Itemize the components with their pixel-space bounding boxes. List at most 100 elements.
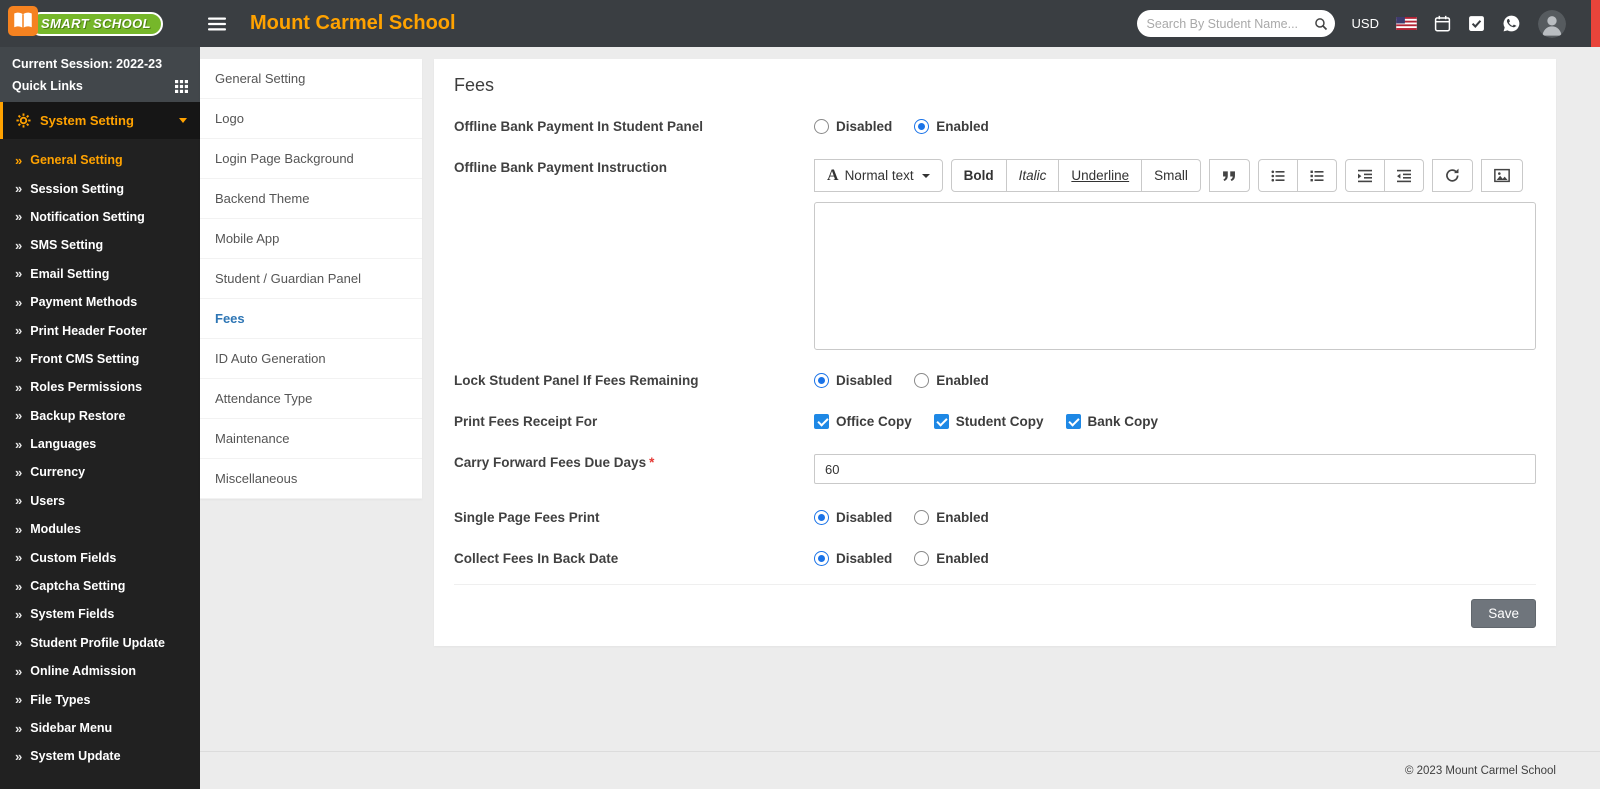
settings-menu-attendance-type[interactable]: Attendance Type (200, 379, 422, 419)
settings-menu-general-setting[interactable]: General Setting (200, 59, 422, 99)
sidebar-item-front-cms-setting[interactable]: » Front CMS Setting (0, 345, 200, 373)
chevron-right-icon: » (15, 606, 23, 622)
checkbox-option-student-copy[interactable]: Student Copy (933, 413, 1044, 429)
settings-menu-backend-theme[interactable]: Backend Theme (200, 179, 422, 219)
quick-settings-strip[interactable] (1591, 0, 1600, 47)
settings-menu-id-auto-generation[interactable]: ID Auto Generation (200, 339, 422, 379)
sidebar-section-system-setting[interactable]: System Setting (0, 102, 200, 139)
sidebar-item-system-fields[interactable]: » System Fields (0, 600, 200, 628)
sidebar-item-notification-setting[interactable]: » Notification Setting (0, 203, 200, 231)
hamburger-menu-icon[interactable] (200, 11, 234, 37)
outdent-button[interactable] (1384, 159, 1424, 192)
chevron-right-icon: » (15, 294, 23, 310)
save-button[interactable]: Save (1471, 599, 1536, 628)
us-flag-icon[interactable] (1396, 17, 1417, 30)
task-check-icon[interactable] (1468, 15, 1485, 32)
field-offline-instruction: Offline Bank Payment Instruction A Norma… (454, 159, 1536, 350)
ordered-list-button[interactable] (1297, 159, 1337, 192)
checkbox-icon[interactable] (933, 413, 949, 429)
radio-option-enabled[interactable]: Enabled (914, 509, 989, 525)
checkbox-option-bank-copy[interactable]: Bank Copy (1065, 413, 1158, 429)
radio-option-enabled[interactable]: Enabled (914, 550, 989, 566)
radio-icon[interactable] (914, 550, 930, 566)
style-dropdown[interactable]: A Normal text (814, 159, 943, 192)
editor-toolbar: A Normal text Bold Italic Underline Smal… (814, 159, 1536, 192)
quick-links[interactable]: Quick Links (12, 79, 188, 93)
sidebar-item-online-admission[interactable]: » Online Admission (0, 657, 200, 685)
field-label: Offline Bank Payment Instruction (454, 160, 668, 175)
currency-selector[interactable]: USD (1352, 16, 1379, 31)
page-title-school-name: Mount Carmel School (250, 12, 456, 34)
chevron-right-icon: » (15, 408, 23, 424)
checkbox-option-office-copy[interactable]: Office Copy (814, 413, 912, 429)
sidebar-item-currency[interactable]: » Currency (0, 458, 200, 486)
radio-option-disabled[interactable]: Disabled (814, 372, 892, 388)
search-icon[interactable] (1314, 17, 1328, 31)
calendar-icon[interactable] (1434, 15, 1451, 32)
radio-option-disabled[interactable]: Disabled (814, 509, 892, 525)
insert-picture-button[interactable] (1480, 159, 1523, 192)
radio-icon[interactable] (914, 118, 930, 134)
checkbox-icon[interactable] (1065, 413, 1081, 429)
sidebar-item-languages[interactable]: » Languages (0, 430, 200, 458)
grid-icon[interactable] (175, 79, 188, 93)
settings-menu-miscellaneous[interactable]: Miscellaneous (200, 459, 422, 499)
carry-forward-days-input[interactable] (814, 454, 1536, 484)
whatsapp-icon[interactable] (1502, 14, 1521, 33)
underline-button[interactable]: Underline (1059, 159, 1143, 192)
settings-menu-student-guardian-panel[interactable]: Student / Guardian Panel (200, 259, 422, 299)
search-input[interactable] (1146, 16, 1308, 31)
sidebar-item-general-setting[interactable]: » General Setting (0, 146, 200, 174)
radio-option-disabled[interactable]: Disabled (814, 550, 892, 566)
small-button[interactable]: Small (1142, 159, 1201, 192)
indent-button[interactable] (1344, 159, 1385, 192)
sidebar-item-custom-fields[interactable]: » Custom Fields (0, 543, 200, 571)
chevron-right-icon: » (15, 152, 23, 168)
bold-button[interactable]: Bold (950, 159, 1007, 192)
editor-content[interactable] (814, 202, 1536, 350)
sidebar-item-modules[interactable]: » Modules (0, 515, 200, 543)
chevron-right-icon: » (15, 493, 23, 509)
radio-icon[interactable] (914, 509, 930, 525)
sidebar-item-users[interactable]: » Users (0, 487, 200, 515)
settings-menu-login-page-background[interactable]: Login Page Background (200, 139, 422, 179)
sidebar-item-sms-setting[interactable]: » SMS Setting (0, 231, 200, 259)
sidebar-item-system-update[interactable]: » System Update (0, 742, 200, 770)
radio-icon[interactable] (814, 550, 829, 566)
settings-menu-maintenance[interactable]: Maintenance (200, 419, 422, 459)
blockquote-button[interactable] (1208, 159, 1250, 192)
radio-icon[interactable] (914, 372, 930, 388)
user-avatar[interactable] (1538, 9, 1566, 38)
settings-menu: General Setting Logo Login Page Backgrou… (200, 59, 422, 499)
chevron-right-icon: » (15, 635, 23, 651)
sidebar-item-roles-permissions[interactable]: » Roles Permissions (0, 373, 200, 401)
field-lock-student-panel: Lock Student Panel If Fees Remaining Dis… (454, 372, 1536, 388)
settings-menu-logo[interactable]: Logo (200, 99, 422, 139)
chevron-right-icon: » (15, 720, 23, 736)
checkbox-icon[interactable] (814, 413, 829, 429)
sidebar-item-captcha-setting[interactable]: » Captcha Setting (0, 572, 200, 600)
sidebar-item-file-types[interactable]: » File Types (0, 685, 200, 713)
settings-menu-fees[interactable]: Fees (200, 299, 422, 339)
italic-button[interactable]: Italic (1006, 159, 1060, 192)
radio-option-enabled[interactable]: Enabled (914, 118, 989, 134)
sidebar-item-payment-methods[interactable]: » Payment Methods (0, 288, 200, 316)
sidebar-item-email-setting[interactable]: » Email Setting (0, 260, 200, 288)
radio-icon[interactable] (814, 118, 829, 134)
redo-button[interactable] (1431, 159, 1473, 192)
unordered-list-button[interactable] (1257, 159, 1298, 192)
radio-icon[interactable] (814, 372, 829, 388)
sidebar-item-student-profile-update[interactable]: » Student Profile Update (0, 629, 200, 657)
top-header: SMART SCHOOL Mount Carmel School USD (0, 0, 1600, 47)
radio-icon[interactable] (814, 509, 829, 525)
sidebar-item-sidebar-menu[interactable]: » Sidebar Menu (0, 714, 200, 742)
sidebar-item-session-setting[interactable]: » Session Setting (0, 174, 200, 202)
sidebar-item-backup-restore[interactable]: » Backup Restore (0, 402, 200, 430)
radio-option-enabled[interactable]: Enabled (914, 372, 989, 388)
section-label: System Setting (40, 113, 134, 128)
app-logo[interactable]: SMART SCHOOL (0, 6, 200, 41)
settings-menu-mobile-app[interactable]: Mobile App (200, 219, 422, 259)
field-label: Collect Fees In Back Date (454, 551, 619, 566)
sidebar-item-print-header-footer[interactable]: » Print Header Footer (0, 316, 200, 344)
radio-option-disabled[interactable]: Disabled (814, 118, 892, 134)
